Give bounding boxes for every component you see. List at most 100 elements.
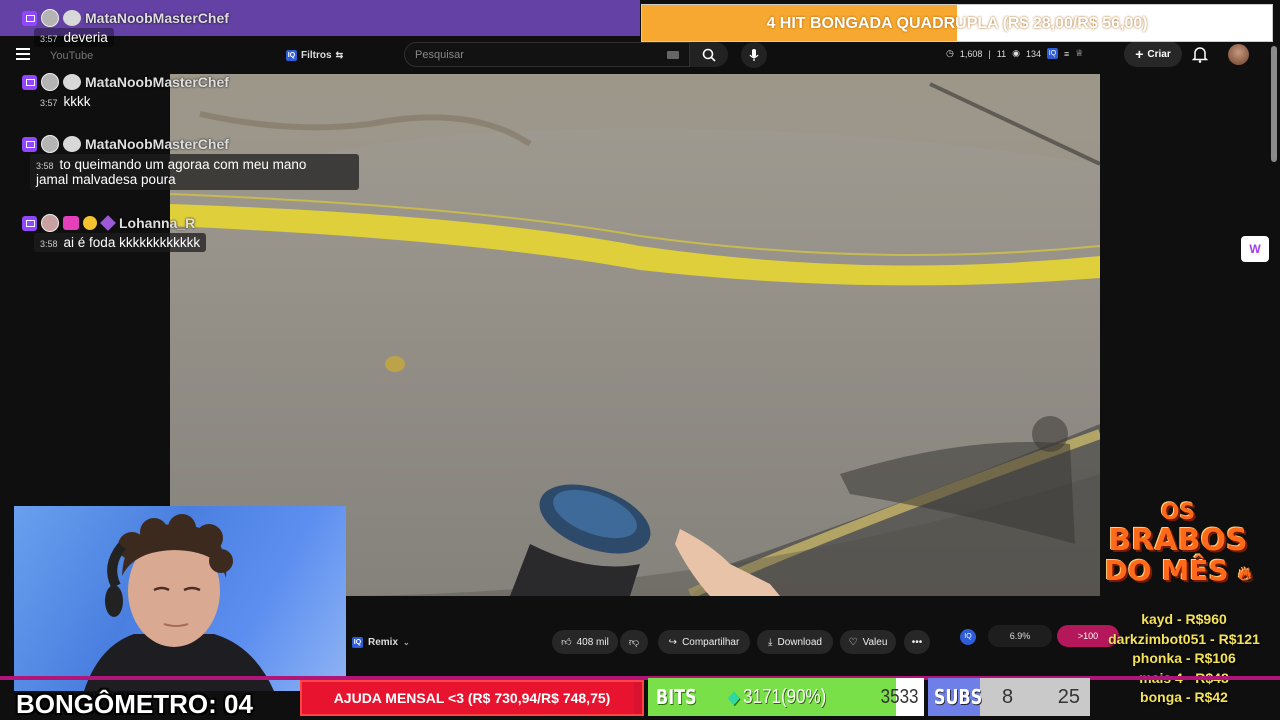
like-button[interactable]: 👍︎ 408 mil: [552, 630, 618, 654]
voice-search-button[interactable]: [741, 42, 767, 68]
chat-timestamp: 3:58: [36, 161, 54, 171]
create-label: Criar: [1147, 48, 1171, 60]
twitch-badge-icon: [22, 136, 37, 152]
remix-label: Remix: [368, 636, 399, 648]
stream-overlay-screen: { "topbar": { "search_placeholder": "Pes…: [0, 0, 1280, 720]
search-icon: [702, 48, 716, 62]
sliders-icon: ⇆: [335, 49, 344, 60]
create-button[interactable]: + Criar: [1124, 41, 1182, 67]
iq-extension-icon[interactable]: IQ: [1046, 48, 1058, 59]
leaderboard-entry: phonka - R$106: [1132, 650, 1236, 666]
bits-value-group: ◆ 3171(90%): [728, 678, 826, 716]
chat-timestamp: 3:57: [40, 98, 58, 108]
thanks-button[interactable]: ♡ Valeu: [840, 630, 896, 654]
notifications-bell-icon[interactable]: [1192, 46, 1208, 63]
emoji-badge-icon: [83, 216, 97, 230]
twitch-badge-icon: [22, 215, 37, 231]
chat-timestamp: 3:58: [40, 239, 58, 249]
user-avatar: [41, 214, 59, 232]
iq-percent-a: 6.9%: [988, 625, 1052, 647]
bits-label: BITS: [656, 685, 697, 709]
eye-icon: ◉: [1012, 48, 1020, 58]
subs-goal: SUBS 8 25: [928, 678, 1090, 716]
thumbs-up-icon: 👍︎: [561, 637, 572, 648]
chat-text: to queimando um agoraa com meu mano: [59, 157, 307, 172]
bits-goal: BITS ◆ 3171(90%) 3533: [648, 678, 924, 716]
menu-icon[interactable]: [16, 48, 30, 60]
dislike-button[interactable]: 👎︎: [620, 630, 648, 654]
iq-badge-icon: IQ: [286, 49, 297, 61]
chat-username: MataNoobMasterChef: [85, 74, 229, 90]
user-avatar: [41, 73, 59, 91]
brabos-title-line3: DO MÊS 🔥︎: [1088, 556, 1268, 590]
brabos-do-mes-logo: OS BRABOS DO MÊS 🔥︎: [1088, 500, 1268, 590]
list-icon[interactable]: ≡: [1064, 49, 1069, 59]
subs-max: 25: [1057, 686, 1080, 708]
search-button[interactable]: [690, 42, 728, 67]
share-button[interactable]: ↪ Compartilhar: [658, 630, 750, 654]
more-actions-button[interactable]: •••: [904, 630, 930, 654]
extension-stats: ◷ 1,608 | 11 ◉ 134 IQ ≡ ♕: [946, 48, 1083, 59]
filters-label: Filtros: [301, 49, 332, 61]
search-input[interactable]: Pesquisar: [404, 42, 690, 67]
streamer-figure: [84, 514, 274, 691]
page-scrollbar[interactable]: [1271, 46, 1277, 162]
leaderboard-list: kayd - R$960 darkzimbot051 - R$121 phonk…: [1088, 610, 1280, 708]
subs-label: SUBS: [934, 685, 983, 709]
stat-3: 134: [1025, 48, 1041, 59]
chat-message: Lohanna_R 3:58 ai é foda kkkkkkkkkkkk: [22, 213, 207, 252]
iq-panel-icon[interactable]: IQ: [960, 629, 976, 645]
chat-username: MataNoobMasterChef: [85, 136, 229, 152]
leaderboard-entry: bonga - R$42: [1140, 689, 1228, 705]
youtube-logo[interactable]: YouTube: [50, 50, 93, 62]
skull-badge-icon: [63, 136, 81, 152]
chat-username: MataNoobMasterChef: [85, 10, 229, 26]
like-count: 408 mil: [576, 636, 609, 648]
microphone-icon: [749, 49, 759, 61]
heart-badge-icon: [63, 216, 79, 230]
trophy-icon[interactable]: ♕: [1075, 48, 1083, 59]
user-avatar: [41, 135, 59, 153]
chat-message: MataNoobMasterChef 3:57 kkkk: [22, 72, 229, 111]
filters-button[interactable]: IQ Filtros ⇆: [286, 47, 343, 63]
chat-username: Lohanna_R: [119, 215, 196, 231]
leaderboard-entry: darkzimbot051 - R$121: [1108, 630, 1260, 647]
subs-value: 8: [1002, 686, 1014, 708]
download-label: Download: [777, 636, 822, 648]
iq-remix-icon: IQ: [352, 636, 363, 648]
leaderboard-entry: kayd - R$960: [1141, 611, 1227, 627]
bongometro-label: BONGÔMETRO: 04: [16, 689, 253, 719]
extension-w-icon[interactable]: W: [1241, 236, 1269, 262]
skull-badge-icon: [63, 10, 81, 26]
chat-message: MataNoobMasterChef 3:58 to queimando um a…: [22, 134, 359, 190]
brabos-title-line2: BRABOS: [1108, 523, 1248, 558]
account-avatar[interactable]: [1228, 44, 1249, 65]
share-icon: ↪: [668, 636, 678, 648]
thanks-label: Valeu: [862, 636, 888, 648]
thumbs-down-icon: 👎︎: [628, 637, 640, 648]
stat-2: 11: [996, 48, 1007, 59]
share-label: Compartilhar: [682, 636, 740, 648]
gem-icon: ◆: [728, 687, 740, 707]
download-button[interactable]: ⤓ Download: [757, 630, 833, 654]
more-icon: •••: [911, 636, 923, 648]
chevron-down-icon: ⌄: [403, 637, 410, 647]
user-avatar: [41, 9, 59, 27]
stat-1: 1,608: [959, 48, 983, 59]
skull-badge-icon: [63, 74, 81, 90]
fire-icon: 🔥︎: [1238, 564, 1252, 585]
keyboard-icon[interactable]: [667, 51, 679, 59]
chat-text: deveria: [63, 30, 108, 45]
chat-text: ai é foda kkkkkkkkkkkk: [63, 235, 201, 250]
pipe-icon: |: [988, 48, 991, 59]
chat-text: kkkk: [63, 94, 91, 109]
twitch-badge-icon: [22, 10, 37, 26]
bits-value: 3171(90%): [743, 686, 827, 708]
chat-message: MataNoobMasterChef 3:57 deveria: [22, 8, 229, 47]
brabos-title-line3-text: DO MÊS: [1104, 554, 1229, 587]
clock-icon: ◷: [946, 48, 954, 58]
plus-icon: +: [1135, 46, 1144, 62]
remix-button[interactable]: IQ Remix ⌄: [352, 632, 410, 652]
top-goal-bar: 4 HIT BONGADA QUADRUPLA (R$ 28,00/R$ 56,…: [641, 4, 1273, 42]
webcam-feed: [14, 506, 346, 691]
